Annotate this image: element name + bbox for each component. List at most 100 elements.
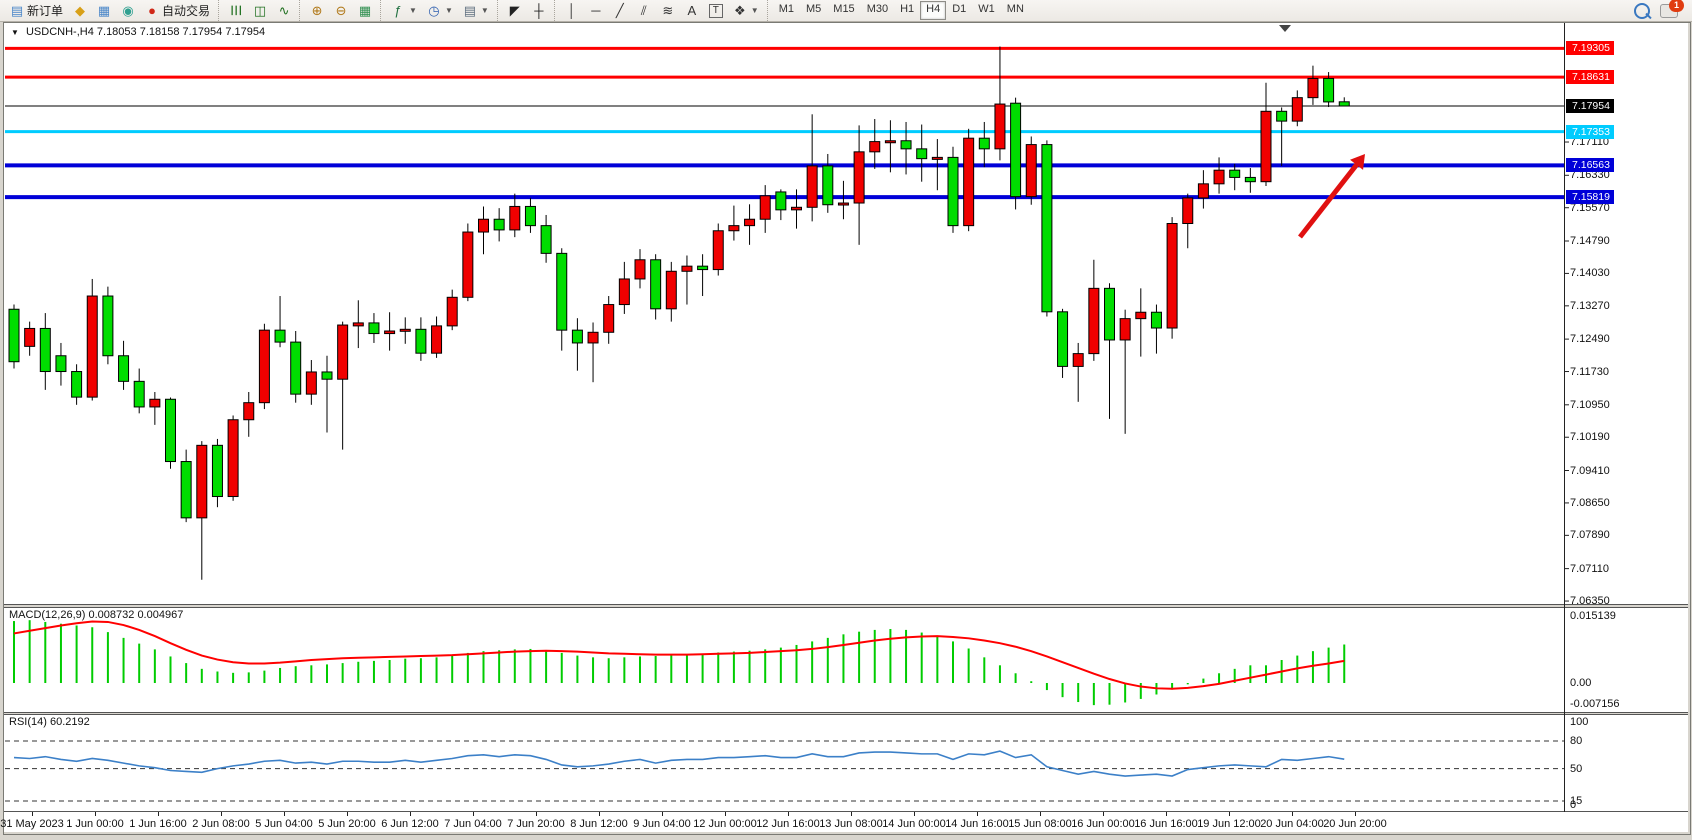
shapes-button[interactable]: ❖▼ (728, 0, 764, 21)
price-tick-label: 7.14790 (1570, 235, 1610, 247)
chevron-down-icon[interactable]: ▼ (409, 6, 417, 15)
trendline-icon: ╱ (613, 4, 627, 17)
time-tick-mark (725, 812, 726, 816)
chevron-down-icon[interactable]: ▼ (481, 6, 489, 15)
timeframe-h1[interactable]: H1 (894, 1, 920, 20)
chart-window: ▼ USDCNH-,H4 7.18053 7.18158 7.17954 7.1… (3, 22, 1691, 835)
price-tick-label: 7.12490 (1570, 333, 1610, 345)
navigator-icon: ◉ (121, 4, 135, 17)
rsi-pane[interactable] (4, 714, 1688, 812)
zoom-out-icon: ⊖ (334, 4, 348, 17)
navigator-button[interactable]: ◉ (116, 0, 140, 21)
zoom-in-icon: ⊕ (310, 4, 324, 17)
search-icon[interactable] (1634, 3, 1650, 19)
candle-chart-button[interactable]: ◫ (248, 0, 272, 21)
time-label: 16 Jun 00:00 (1071, 818, 1135, 830)
market-watch-button[interactable]: ◆ (68, 0, 92, 21)
time-label: 5 Jun 04:00 (255, 818, 313, 830)
autotrading-button[interactable]: ●自动交易 (140, 0, 215, 21)
time-tick-mark (32, 812, 33, 816)
rsi-axis-label: 80 (1570, 735, 1582, 747)
trendline-button[interactable]: ╱ (608, 0, 632, 21)
timeframe-mn[interactable]: MN (1001, 1, 1030, 20)
vline-button[interactable]: │ (560, 0, 584, 21)
toolbar-right: 1 (1634, 3, 1692, 19)
shapes-icon: ❖ (733, 4, 747, 17)
crosshair-icon: ┼ (532, 4, 546, 17)
vertical-line-icon: │ (565, 4, 579, 17)
autotrading-icon: ● (145, 4, 159, 17)
fibonacci-button[interactable]: ≋ (656, 0, 680, 21)
time-label: 7 Jun 20:00 (507, 818, 565, 830)
time-tick-mark (1355, 812, 1356, 816)
timeframe-m1[interactable]: M1 (773, 1, 800, 20)
time-tick-mark (536, 812, 537, 816)
line-chart-button[interactable]: ∿ (272, 0, 296, 21)
price-tick-label: 7.07890 (1570, 529, 1610, 541)
time-tick-mark (1229, 812, 1230, 816)
toolbar-group: │─╱⫽≋AT❖▼ (554, 0, 767, 21)
tile-windows-button[interactable]: ▦ (353, 0, 377, 21)
time-label: 9 Jun 04:00 (633, 818, 691, 830)
time-label: 2 Jun 08:00 (192, 818, 250, 830)
timeframe-w1[interactable]: W1 (972, 1, 1001, 20)
bar-chart-button[interactable]: ☰ (224, 0, 248, 21)
price-tick-label: 7.08650 (1570, 497, 1610, 509)
notification-badge: 1 (1669, 0, 1684, 12)
indicators-button[interactable]: ƒ▼ (386, 0, 422, 21)
macd-main-value: 0.008732 (88, 609, 134, 621)
horizontal-line-icon: ─ (589, 4, 603, 17)
market-watch-icon: ◆ (73, 4, 87, 17)
time-label: 7 Jun 04:00 (444, 818, 502, 830)
autotrading-button-label: 自动交易 (162, 2, 210, 19)
rsi-axis-label: 0 (1570, 799, 1576, 811)
channel-button[interactable]: ⫽ (632, 0, 656, 21)
time-tick-mark (410, 812, 411, 816)
line-chart-icon: ∿ (277, 4, 291, 17)
macd-pane[interactable] (4, 607, 1688, 713)
collapse-triangle-icon[interactable]: ▼ (11, 28, 19, 37)
toolbar-group: ◤┼ (497, 0, 554, 21)
price-badge: 7.17353 (1566, 125, 1614, 139)
time-tick-mark (284, 812, 285, 816)
text-button[interactable]: A (680, 0, 704, 21)
macd-axis-label: 0.00 (1570, 677, 1591, 689)
zoom-out-button[interactable]: ⊖ (329, 0, 353, 21)
time-label: 20 Jun 04:00 (1260, 818, 1324, 830)
label-button[interactable]: T (704, 0, 728, 21)
timeframe-m15[interactable]: M15 (827, 1, 860, 20)
indicators-icon: ƒ (391, 4, 405, 17)
time-tick-mark (221, 812, 222, 816)
toolbar: ▤新订单◆▦◉●自动交易☰◫∿⊕⊖▦ƒ▼◷▼▤▼◤┼│─╱⫽≋AT❖▼M1M5M… (0, 0, 1692, 22)
time-label: 6 Jun 12:00 (381, 818, 439, 830)
candle-chart-icon: ◫ (253, 4, 267, 17)
crosshair-button[interactable]: ┼ (527, 0, 551, 21)
rsi-axis-label: 100 (1570, 716, 1588, 728)
tile-windows-icon: ▦ (358, 4, 372, 17)
templates-button[interactable]: ▤▼ (458, 0, 494, 21)
new-order-button[interactable]: ▤新订单 (5, 0, 68, 21)
chevron-down-icon[interactable]: ▼ (751, 6, 759, 15)
time-tick-mark (1166, 812, 1167, 816)
hline-button[interactable]: ─ (584, 0, 608, 21)
price-tick-label: 7.10190 (1570, 431, 1610, 443)
timeframe-m30[interactable]: M30 (861, 1, 894, 20)
timeframe-m5[interactable]: M5 (800, 1, 827, 20)
timeframe-d1[interactable]: D1 (946, 1, 972, 20)
price-tick-label: 7.13270 (1570, 300, 1610, 312)
chat-bubble-icon[interactable]: 1 (1660, 4, 1678, 18)
time-tick-mark (1103, 812, 1104, 816)
cursor-button[interactable]: ◤ (503, 0, 527, 21)
periods-button[interactable]: ◷▼ (422, 0, 458, 21)
price-tick-label: 7.14030 (1570, 267, 1610, 279)
data-window-button[interactable]: ▦ (92, 0, 116, 21)
chart-ohlc-title: ▼ USDCNH-,H4 7.18053 7.18158 7.17954 7.1… (11, 26, 265, 38)
chevron-down-icon[interactable]: ▼ (445, 6, 453, 15)
time-tick-mark (1292, 812, 1293, 816)
price-pane[interactable] (4, 23, 1688, 605)
time-label: 1 Jun 16:00 (129, 818, 187, 830)
price-badge: 7.17954 (1566, 99, 1614, 113)
timeframe-h4[interactable]: H4 (920, 1, 946, 20)
zoom-in-button[interactable]: ⊕ (305, 0, 329, 21)
time-label: 20 Jun 20:00 (1323, 818, 1387, 830)
